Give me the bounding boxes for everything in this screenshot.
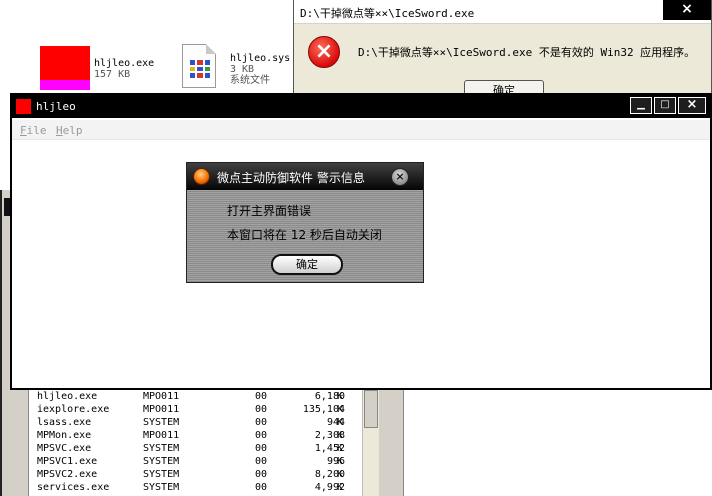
alert-title: 微点主动防御软件 警示信息: [217, 171, 365, 185]
file-type: 系统文件: [230, 75, 270, 86]
process-list: hljleo.exe MPO011 00 6,180 Kiexplore.exe MPO0…: [28, 390, 362, 496]
process-row[interactable]: MPSVC.exe SYSTEM 00 1,452 K: [29, 442, 363, 455]
alert-dialog: 微点主动防御软件 警示信息 × 打开主界面错误 本窗口将在 12 秒后自动关闭 …: [186, 162, 424, 283]
process-cpu: 00: [255, 391, 268, 402]
process-name: services.exe: [37, 482, 110, 493]
process-cpu: 00: [255, 482, 268, 493]
process-cpu: 00: [255, 404, 268, 415]
process-user: SYSTEM: [143, 417, 180, 428]
error-dialog-close-button[interactable]: ×: [663, 0, 711, 20]
process-user: SYSTEM: [143, 482, 180, 493]
process-cpu: 00: [255, 456, 268, 467]
process-user: SYSTEM: [143, 456, 180, 467]
process-mem-unit: K: [337, 443, 344, 454]
process-row[interactable]: MPMon.exe MPO011 00 2,308 K: [29, 429, 363, 442]
menu-help-label: elp: [62, 124, 83, 137]
error-dialog-title: D:\干掉微点等××\IceSword.exe: [300, 7, 475, 20]
process-list-scrollbar[interactable]: [362, 390, 379, 496]
hljleo-exe-file-label[interactable]: hljleo.exe 157 KB: [94, 58, 154, 80]
process-name: lsass.exe: [37, 417, 92, 428]
alert-titlebar[interactable]: 微点主动防御软件 警示信息 ×: [187, 163, 423, 190]
process-cpu: 00: [255, 430, 268, 441]
process-mem-unit: K: [337, 482, 344, 493]
file-size: 157 KB: [94, 69, 131, 80]
main-window-titlebar[interactable]: hljleo ▁ □ ×: [12, 95, 710, 118]
alert-message-line1: 打开主界面错误: [227, 204, 312, 218]
process-user: MPO011: [143, 404, 180, 415]
error-dialog-titlebar[interactable]: D:\干掉微点等××\IceSword.exe ×: [294, 0, 711, 24]
process-user: SYSTEM: [143, 443, 180, 454]
process-row[interactable]: hljleo.exe MPO011 00 6,180 K: [29, 390, 363, 403]
process-row[interactable]: services.exe SYSTEM 00 4,992 K: [29, 481, 363, 494]
process-name: MPMon.exe: [37, 430, 92, 441]
minimize-button[interactable]: ▁: [630, 97, 652, 114]
process-row[interactable]: iexplore.exe MPO011 00 135,104 K: [29, 403, 363, 416]
maximize-button[interactable]: □: [654, 97, 676, 114]
process-user: MPO011: [143, 391, 180, 402]
system-file-glyph: [190, 60, 210, 78]
process-user: MPO011: [143, 430, 180, 441]
process-name: MPSVC.exe: [37, 443, 92, 454]
process-mem-unit: K: [337, 404, 344, 415]
scrollbar-thumb[interactable]: [364, 390, 378, 428]
error-dialog: D:\干掉微点等××\IceSword.exe × × D:\干掉微点等××\I…: [293, 0, 712, 102]
process-mem-unit: K: [337, 469, 344, 480]
process-row[interactable]: MPSVC2.exe SYSTEM 00 8,200 K: [29, 468, 363, 481]
hljleo-sys-file-label[interactable]: hljleo.sys 3 KB 系统文件: [230, 53, 290, 86]
app-icon: [16, 99, 31, 114]
file-name: hljleo.exe: [94, 58, 155, 69]
close-button[interactable]: ×: [678, 97, 706, 114]
alert-ok-button[interactable]: 确定: [271, 254, 343, 275]
process-cpu: 00: [255, 417, 268, 428]
file-name: hljleo.sys: [230, 53, 291, 64]
menu-file-mnemonic: F: [20, 124, 27, 137]
process-mem-unit: K: [337, 430, 344, 441]
process-name: iexplore.exe: [37, 404, 110, 415]
main-window-title: hljleo: [36, 100, 76, 113]
hljleo-exe-file-icon[interactable]: [40, 46, 90, 90]
alert-message-line2: 本窗口将在 12 秒后自动关闭: [227, 228, 382, 242]
process-mem-unit: K: [337, 391, 344, 402]
process-name: MPSVC2.exe: [37, 469, 98, 480]
process-row[interactable]: MPSVC1.exe SYSTEM 00 996 K: [29, 455, 363, 468]
alert-close-button[interactable]: ×: [391, 168, 409, 186]
process-cpu: 00: [255, 469, 268, 480]
alert-app-icon: [193, 168, 210, 185]
hljleo-sys-file-icon[interactable]: [182, 44, 216, 88]
file-size: 3 KB: [230, 64, 255, 75]
error-icon: ×: [308, 36, 340, 68]
menu-file-label: ile: [26, 124, 47, 137]
menu-help-mnemonic: H: [56, 124, 63, 137]
process-user: SYSTEM: [143, 469, 180, 480]
error-dialog-message: D:\干掉微点等××\IceSword.exe 不是有效的 Win32 应用程序…: [358, 46, 696, 59]
process-row[interactable]: lsass.exe SYSTEM 00 944 K: [29, 416, 363, 429]
process-cpu: 00: [255, 443, 268, 454]
process-name: MPSVC1.exe: [37, 456, 98, 467]
menu-file[interactable]: File: [20, 124, 47, 137]
process-name: hljleo.exe: [37, 391, 98, 402]
menubar: File Help: [12, 120, 710, 140]
menu-help[interactable]: Help: [56, 124, 83, 137]
process-mem-unit: K: [337, 417, 344, 428]
process-mem-unit: K: [337, 456, 344, 467]
